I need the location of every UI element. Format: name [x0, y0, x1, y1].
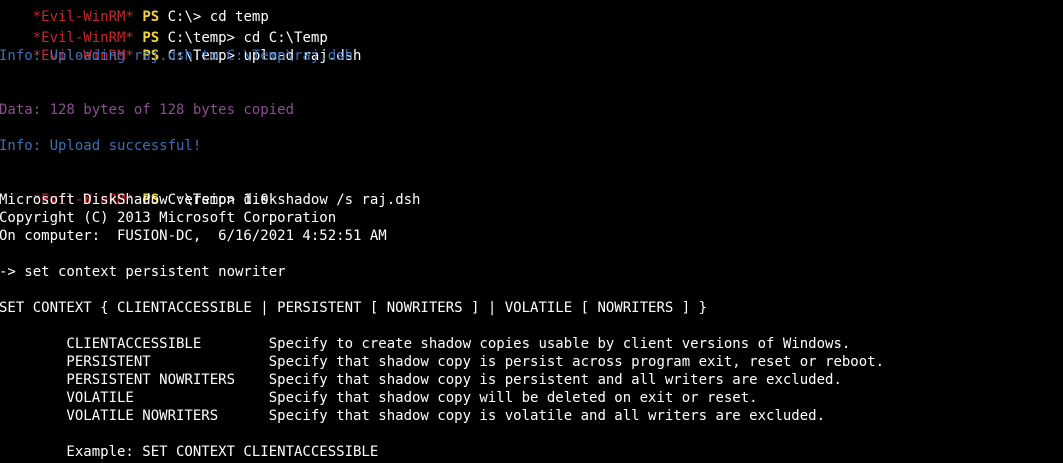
help-volatile-line: VOLATILE Specify that shadow copy will b…	[0, 390, 758, 406]
prompt-line-diskshadow: *Evil-WinRM* PS C:\Temp> diskshadow /s r…	[0, 173, 421, 208]
set-context-syntax-line: SET CONTEXT { CLIENTACCESSIBLE | PERSIST…	[0, 300, 708, 316]
info-uploading-line: Info: Uploading raj.dsh to C:\Temp\raj.d…	[0, 48, 354, 64]
prompt-line-1: *Evil-WinRM* PS C:\> cd temp	[0, 0, 269, 25]
help-clientaccessible-line: CLIENTACCESSIBLE Specify to create shado…	[0, 336, 851, 352]
terminal-window[interactable]: *Evil-WinRM* PS C:\> cd temp *Evil-WinRM…	[0, 0, 1063, 463]
data-copied-line: Data: 128 bytes of 128 bytes copied	[0, 102, 295, 118]
copyright-line: Copyright (C) 2013 Microsoft Corporation	[0, 210, 337, 226]
diskshadow-version-line: Microsoft DiskShadow version 1.0	[0, 192, 269, 208]
computer-info-line: On computer: FUSION-DC, 6/16/2021 4:52:5…	[0, 228, 387, 244]
help-volatile-nowriters-line: VOLATILE NOWRITERS Specify that shadow c…	[0, 408, 826, 424]
help-persistent-line: PERSISTENT Specify that shadow copy is p…	[0, 354, 885, 370]
prompt-line-2: *Evil-WinRM* PS C:\temp> cd C:\Temp	[0, 11, 328, 46]
info-success-line: Info: Upload successful!	[0, 138, 202, 154]
diskshadow-command-line: -> set context persistent nowriter	[0, 264, 286, 280]
help-example-line: Example: SET CONTEXT CLIENTACCESSIBLE	[0, 444, 379, 460]
prompt-line-3: *Evil-WinRM* PS C:\Temp> upload raj.dsh	[0, 29, 362, 64]
help-persistent-nowriters-line: PERSISTENT NOWRITERS Specify that shadow…	[0, 372, 842, 388]
command-text: diskshadow /s raj.dsh	[243, 192, 421, 208]
